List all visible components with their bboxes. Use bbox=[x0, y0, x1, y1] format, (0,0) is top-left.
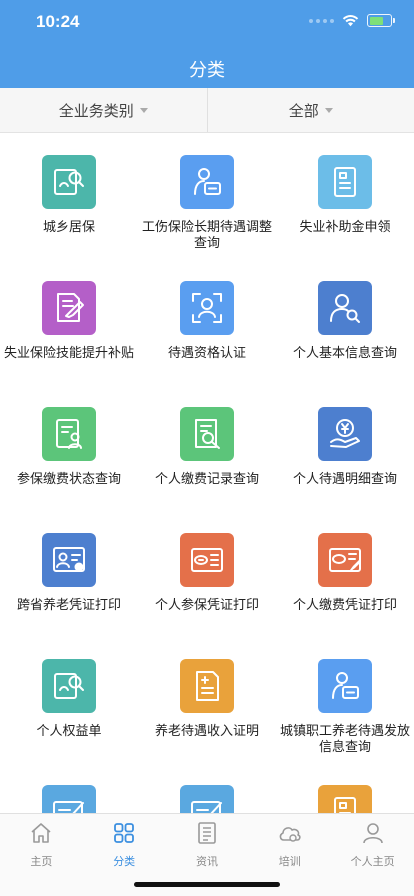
service-label: 个人基本信息查询 bbox=[292, 345, 397, 360]
page-title: 分类 bbox=[189, 60, 225, 80]
caret-down-icon bbox=[324, 107, 333, 113]
service-item-10[interactable]: 跨省养老凭证打印 bbox=[0, 533, 138, 613]
user-icon bbox=[361, 821, 385, 850]
service-item-6[interactable]: 个人基本信息查询 bbox=[276, 281, 414, 361]
service-item-16[interactable] bbox=[0, 785, 138, 813]
pen-card-icon bbox=[180, 785, 234, 813]
service-item-17[interactable] bbox=[138, 785, 276, 813]
tab-label: 资讯 bbox=[195, 856, 218, 868]
bank-card-icon bbox=[180, 533, 234, 587]
service-label: 城乡居保 bbox=[42, 219, 95, 234]
service-label: 个人缴费凭证打印 bbox=[292, 597, 397, 612]
wifi-icon bbox=[342, 15, 359, 27]
service-label: 城镇职工养老待遇发放信息查询 bbox=[280, 723, 411, 754]
service-item-2[interactable]: 工伤保险长期待遇调整查询 bbox=[138, 155, 276, 251]
tab-label: 主页 bbox=[30, 856, 53, 868]
service-item-11[interactable]: 个人参保凭证打印 bbox=[138, 533, 276, 613]
tab-user[interactable]: 个人主页 bbox=[331, 814, 414, 896]
service-item-12[interactable]: 个人缴费凭证打印 bbox=[276, 533, 414, 613]
card-search-icon bbox=[42, 155, 96, 209]
grid-icon bbox=[112, 821, 136, 850]
status-time: 10:24 bbox=[36, 12, 80, 31]
service-item-9[interactable]: 个人待遇明细查询 bbox=[276, 407, 414, 487]
person-card-icon bbox=[318, 659, 372, 713]
user-search-icon bbox=[318, 281, 372, 335]
service-item-7[interactable]: 参保缴费状态查询 bbox=[0, 407, 138, 487]
service-label: 失业补助金申领 bbox=[299, 219, 391, 234]
home-indicator bbox=[134, 882, 280, 887]
service-label: 工伤保险长期待遇调整查询 bbox=[142, 219, 273, 250]
service-grid: 城乡居保 工伤保险长期待遇调整查询 失业补助金申领 失业保险技能提升补贴 待遇资格认证个… bbox=[0, 133, 414, 813]
doc-search-icon bbox=[180, 407, 234, 461]
plus-doc-icon bbox=[180, 659, 234, 713]
person-card-icon bbox=[180, 155, 234, 209]
service-label: 跨省养老凭证打印 bbox=[16, 597, 121, 612]
tab-label: 个人主页 bbox=[350, 856, 395, 868]
service-label: 待遇资格认证 bbox=[167, 345, 246, 360]
scope-filter-label: 全部 bbox=[288, 102, 319, 120]
document-icon bbox=[318, 785, 372, 813]
status-indicators bbox=[309, 14, 395, 27]
service-item-15[interactable]: 城镇职工养老待遇发放信息查询 bbox=[276, 659, 414, 755]
service-label: 个人缴费记录查询 bbox=[154, 471, 259, 486]
news-icon bbox=[195, 821, 219, 850]
face-scan-icon bbox=[180, 281, 234, 335]
tab-label: 培训 bbox=[278, 856, 301, 868]
category-filter-dropdown[interactable]: 全业务类别 bbox=[0, 88, 207, 132]
id-card-edit-icon bbox=[42, 533, 96, 587]
caret-down-icon bbox=[139, 107, 148, 113]
battery-icon bbox=[367, 14, 395, 27]
service-item-8[interactable]: 个人缴费记录查询 bbox=[138, 407, 276, 487]
pen-card-icon bbox=[42, 785, 96, 813]
service-label: 养老待遇收入证明 bbox=[154, 723, 259, 738]
list-person-icon bbox=[42, 407, 96, 461]
service-label: 个人权益单 bbox=[36, 723, 102, 738]
service-item-18[interactable] bbox=[276, 785, 414, 813]
service-item-3[interactable]: 失业补助金申领 bbox=[276, 155, 414, 235]
scope-filter-dropdown[interactable]: 全部 bbox=[206, 88, 414, 132]
service-item-1[interactable]: 城乡居保 bbox=[0, 155, 138, 235]
service-item-14[interactable]: 养老待遇收入证明 bbox=[138, 659, 276, 739]
tab-label: 分类 bbox=[113, 856, 136, 868]
card-search-icon bbox=[42, 659, 96, 713]
yuan-hand-icon bbox=[318, 407, 372, 461]
service-label: 失业保险技能提升补贴 bbox=[4, 345, 135, 360]
app-header: 10:24 分类 bbox=[0, 0, 414, 88]
cloud-icon bbox=[278, 821, 302, 850]
service-item-4[interactable]: 失业保险技能提升补贴 bbox=[0, 281, 138, 361]
category-filter-label: 全业务类别 bbox=[58, 102, 134, 120]
document-icon bbox=[318, 155, 372, 209]
bank-card-edit-icon bbox=[318, 533, 372, 587]
home-icon bbox=[29, 821, 53, 850]
filter-bar: 全业务类别 全部 bbox=[0, 88, 414, 133]
signal-icon bbox=[309, 18, 334, 23]
service-label: 参保缴费状态查询 bbox=[16, 471, 121, 486]
service-label: 个人待遇明细查询 bbox=[292, 471, 397, 486]
tab-home[interactable]: 主页 bbox=[0, 814, 83, 896]
service-label: 个人参保凭证打印 bbox=[154, 597, 259, 612]
document-edit-icon bbox=[42, 281, 96, 335]
service-item-13[interactable]: 个人权益单 bbox=[0, 659, 138, 739]
service-item-5[interactable]: 待遇资格认证 bbox=[138, 281, 276, 361]
